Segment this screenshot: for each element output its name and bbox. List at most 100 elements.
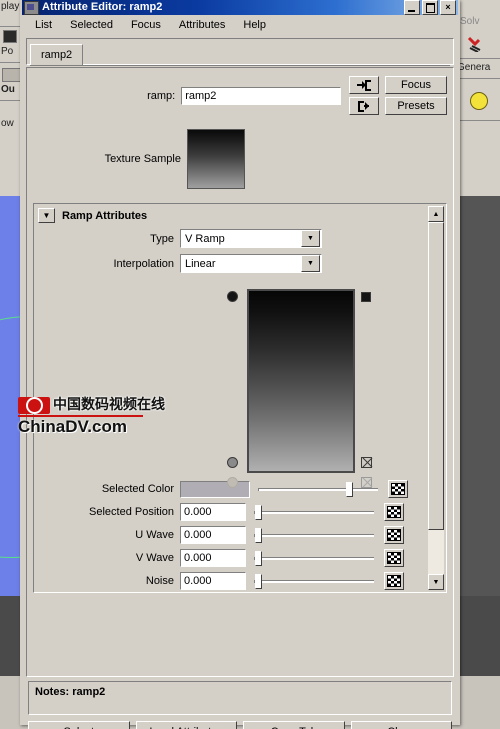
- slider-thumb[interactable]: [255, 528, 263, 543]
- screenshot-root: play Po Ou ow Solv Genera Attribute Edit…: [0, 0, 500, 729]
- selected-color-slider[interactable]: [258, 480, 378, 498]
- menu-bar: List Selected Focus Attributes Help: [22, 15, 458, 36]
- u-wave-input[interactable]: 0.000: [180, 526, 246, 544]
- maximize-button[interactable]: [422, 0, 438, 15]
- output-connection-button[interactable]: [349, 97, 379, 115]
- v-wave-map-button[interactable]: [384, 549, 404, 567]
- u-wave-slider[interactable]: [254, 526, 374, 544]
- ramp-gradient-strip[interactable]: [247, 289, 355, 473]
- window-controls: ×: [404, 0, 458, 15]
- input-arrow-icon: [357, 79, 371, 91]
- selected-position-input[interactable]: 0.000: [180, 503, 246, 521]
- bg-label-general: Genera: [457, 62, 491, 73]
- menu-item-selected[interactable]: Selected: [61, 17, 122, 33]
- attribute-editor-window: Attribute Editor: ramp2 × List Selected …: [20, 0, 460, 729]
- checker-map-icon: [387, 552, 401, 564]
- maya-window-icon: [24, 0, 39, 15]
- v-wave-input[interactable]: 0.000: [180, 549, 246, 567]
- v-wave-slider[interactable]: [254, 549, 374, 567]
- slider-track: [254, 580, 374, 583]
- v-wave-label: V Wave: [135, 552, 174, 564]
- ramp-gradient-widget[interactable]: [34, 285, 446, 488]
- type-label: Type: [150, 232, 174, 245]
- collapse-toggle-icon[interactable]: ▼: [38, 208, 55, 223]
- window-title: Attribute Editor: ramp2: [42, 1, 163, 13]
- u-wave-map-button[interactable]: [384, 526, 404, 544]
- notes-field[interactable]: Notes: ramp2: [28, 681, 452, 715]
- selected-position-map-button[interactable]: [384, 503, 404, 521]
- window-title-bar[interactable]: Attribute Editor: ramp2 ×: [22, 0, 458, 15]
- ramp-delete-bottom-right[interactable]: [361, 457, 372, 468]
- ramp-marker-top-left[interactable]: [227, 291, 238, 302]
- focus-presets-buttons: Focus Presets: [385, 76, 447, 115]
- chevron-down-icon[interactable]: ▼: [301, 230, 320, 247]
- slider-track: [254, 534, 374, 537]
- bg-label-ou: Ou: [1, 84, 15, 95]
- texture-sample-swatch[interactable]: [187, 129, 245, 189]
- close-footer-button[interactable]: Close: [350, 721, 452, 729]
- footer-button-bar: Select Load Attributes Copy Tab Close: [28, 721, 452, 729]
- select-button[interactable]: Select: [28, 721, 130, 729]
- scroll-down-button[interactable]: ▼: [428, 574, 444, 590]
- type-dropdown[interactable]: V Ramp ▼: [180, 229, 322, 248]
- load-attributes-button[interactable]: Load Attributes: [135, 721, 237, 729]
- ramp-marker-top-right[interactable]: [361, 292, 371, 302]
- type-value: V Ramp: [185, 232, 225, 245]
- noise-slider[interactable]: [254, 572, 374, 590]
- minimize-button[interactable]: [404, 0, 420, 15]
- ramp-name-input[interactable]: ramp2: [181, 86, 341, 105]
- checker-map-icon: [387, 529, 401, 541]
- logo-ring: [25, 397, 43, 414]
- watermark-domain-text: ChinaDV.com: [18, 417, 127, 436]
- bg-tool-swatch[interactable]: [2, 68, 22, 82]
- copy-tab-button[interactable]: Copy Tab: [243, 721, 345, 729]
- menu-item-attributes[interactable]: Attributes: [170, 17, 234, 33]
- chevron-down-icon[interactable]: ▼: [301, 255, 320, 272]
- slider-track: [258, 488, 378, 491]
- magnet-icon[interactable]: [466, 36, 484, 52]
- slider-thumb[interactable]: [255, 505, 263, 520]
- menu-item-help[interactable]: Help: [234, 17, 275, 33]
- ramp-label: ramp:: [147, 89, 176, 102]
- viewport-right-dark: [455, 196, 500, 596]
- watermark-chinese-text: 中国数码视频在线: [53, 397, 165, 413]
- burst-icon[interactable]: [470, 92, 488, 110]
- menu-item-focus[interactable]: Focus: [122, 17, 170, 33]
- input-connection-button[interactable]: [349, 76, 379, 94]
- focus-button[interactable]: Focus: [385, 76, 447, 94]
- tab-area: ramp2: [26, 38, 454, 66]
- v-wave-row: V Wave 0.000: [34, 549, 446, 567]
- ramp-name-row: ramp: ramp2 Focus Presets: [27, 68, 453, 115]
- slider-thumb[interactable]: [345, 482, 353, 497]
- scroll-up-button[interactable]: ▲: [428, 206, 444, 222]
- bg-label-display: play: [1, 1, 20, 12]
- attributes-scrollbar[interactable]: ▲ ▼: [428, 206, 444, 590]
- interpolation-dropdown[interactable]: Linear ▼: [180, 254, 322, 273]
- scrollbar-thumb[interactable]: [428, 222, 444, 530]
- texture-sample-label: Texture Sample: [104, 153, 181, 165]
- noise-input[interactable]: 0.000: [180, 572, 246, 590]
- interpolation-label: Interpolation: [113, 257, 174, 270]
- checker-map-icon: [387, 506, 401, 518]
- selected-color-swatch[interactable]: [180, 480, 250, 498]
- output-arrow-icon: [358, 100, 369, 112]
- close-button[interactable]: ×: [440, 0, 456, 15]
- ramp-marker-bottom-left[interactable]: [227, 457, 238, 468]
- slider-thumb[interactable]: [255, 551, 263, 566]
- watermark: 中国数码视频在线 ChinaDV.com: [18, 397, 165, 435]
- presets-button[interactable]: Presets: [385, 97, 447, 115]
- menu-item-list[interactable]: List: [26, 17, 61, 33]
- selected-position-label: Selected Position: [89, 506, 174, 518]
- slider-thumb[interactable]: [255, 574, 263, 589]
- scrollbar-track[interactable]: [428, 222, 444, 574]
- noise-map-button[interactable]: [384, 572, 404, 590]
- slider-track: [254, 511, 374, 514]
- checker-map-icon: [391, 483, 405, 495]
- ramp-marker-extra-left[interactable]: [227, 477, 238, 488]
- selected-color-map-button[interactable]: [388, 480, 408, 498]
- right-toolbar-panel: Solv Genera: [455, 0, 500, 196]
- selected-position-slider[interactable]: [254, 503, 374, 521]
- bg-tool-swatch[interactable]: [3, 30, 17, 43]
- tab-ramp2[interactable]: ramp2: [30, 44, 84, 65]
- noise-label: Noise: [145, 575, 174, 587]
